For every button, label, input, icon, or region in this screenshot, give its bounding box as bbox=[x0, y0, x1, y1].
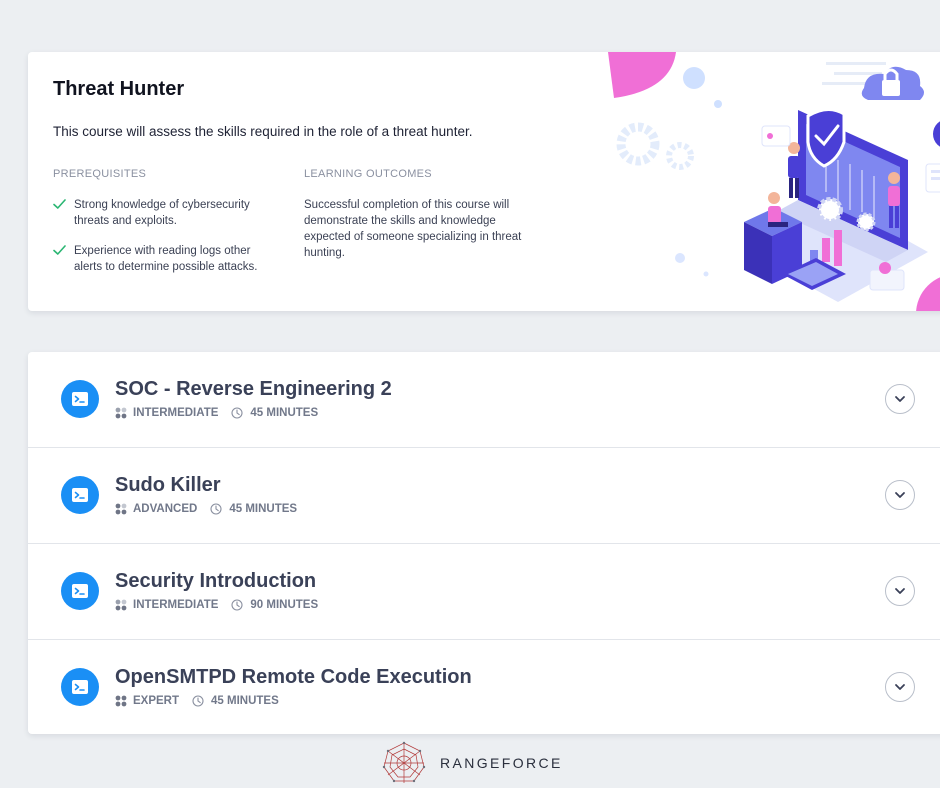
check-icon bbox=[53, 199, 66, 209]
expand-button[interactable] bbox=[885, 576, 915, 606]
learning-outcomes-text: Successful completion of this course wil… bbox=[304, 199, 522, 259]
prerequisite-item: Strong knowledge of cybersecurity threat… bbox=[53, 197, 273, 229]
security-illustration bbox=[608, 52, 940, 311]
prerequisite-text: Experience with reading logs other alert… bbox=[74, 245, 258, 273]
clock-icon bbox=[210, 503, 222, 515]
prerequisites-list: Strong knowledge of cybersecurity threat… bbox=[53, 197, 273, 289]
brand-footer: RANGEFORCE bbox=[382, 741, 563, 785]
module-meta: ADVANCED 45 MINUTES bbox=[115, 503, 297, 515]
module-title[interactable]: OpenSMTPD Remote Code Execution bbox=[115, 666, 472, 689]
module-row[interactable]: Sudo Killer ADVANCED 45 MINUTES bbox=[28, 448, 940, 544]
chevron-down-icon bbox=[895, 396, 905, 402]
clock-icon bbox=[192, 695, 204, 707]
module-list: SOC - Reverse Engineering 2 INTERMEDIATE… bbox=[28, 352, 940, 734]
clock-icon bbox=[231, 407, 243, 419]
difficulty-dots-icon bbox=[115, 695, 127, 707]
module-row[interactable]: OpenSMTPD Remote Code Execution EXPERT 4… bbox=[28, 640, 940, 734]
prerequisites-heading: PREREQUISITES bbox=[53, 168, 147, 180]
course-description: This course will assess the skills requi… bbox=[53, 124, 473, 139]
expand-button[interactable] bbox=[885, 480, 915, 510]
module-duration: 45 MINUTES bbox=[211, 695, 279, 707]
module-duration: 90 MINUTES bbox=[250, 599, 319, 611]
module-meta: INTERMEDIATE 90 MINUTES bbox=[115, 599, 318, 611]
brand-name: RANGEFORCE bbox=[440, 755, 563, 771]
module-title[interactable]: Sudo Killer bbox=[115, 474, 221, 497]
module-meta: EXPERT 45 MINUTES bbox=[115, 695, 279, 707]
chevron-down-icon bbox=[895, 588, 905, 594]
module-level: INTERMEDIATE bbox=[133, 599, 219, 611]
rangeforce-logo-icon bbox=[382, 741, 426, 783]
course-title: Threat Hunter bbox=[53, 78, 185, 100]
expand-button[interactable] bbox=[885, 672, 915, 702]
course-summary-card: Threat Hunter This course will assess th… bbox=[28, 52, 940, 311]
learning-outcomes-heading: LEARNING OUTCOMES bbox=[304, 168, 432, 180]
terminal-icon bbox=[61, 380, 99, 418]
terminal-icon bbox=[61, 476, 99, 514]
module-meta: INTERMEDIATE 45 MINUTES bbox=[115, 407, 318, 419]
chevron-down-icon bbox=[895, 492, 905, 498]
difficulty-dots-icon bbox=[115, 599, 127, 611]
check-icon bbox=[53, 245, 66, 255]
prerequisite-item: Experience with reading logs other alert… bbox=[53, 243, 273, 275]
difficulty-dots-icon bbox=[115, 503, 127, 515]
module-row[interactable]: SOC - Reverse Engineering 2 INTERMEDIATE… bbox=[28, 352, 940, 448]
clock-icon bbox=[231, 599, 243, 611]
terminal-icon bbox=[61, 572, 99, 610]
module-duration: 45 MINUTES bbox=[229, 503, 298, 515]
module-title[interactable]: SOC - Reverse Engineering 2 bbox=[115, 378, 392, 401]
difficulty-dots-icon bbox=[115, 407, 127, 419]
prerequisite-text: Strong knowledge of cybersecurity threat… bbox=[74, 199, 250, 227]
chevron-down-icon bbox=[895, 684, 905, 690]
module-row[interactable]: Security Introduction INTERMEDIATE 90 MI… bbox=[28, 544, 940, 640]
module-level: INTERMEDIATE bbox=[133, 407, 219, 419]
module-duration: 45 MINUTES bbox=[250, 407, 319, 419]
expand-button[interactable] bbox=[885, 384, 915, 414]
terminal-icon bbox=[61, 668, 99, 706]
module-title[interactable]: Security Introduction bbox=[115, 570, 316, 593]
module-level: ADVANCED bbox=[133, 503, 198, 515]
module-level: EXPERT bbox=[133, 695, 180, 707]
